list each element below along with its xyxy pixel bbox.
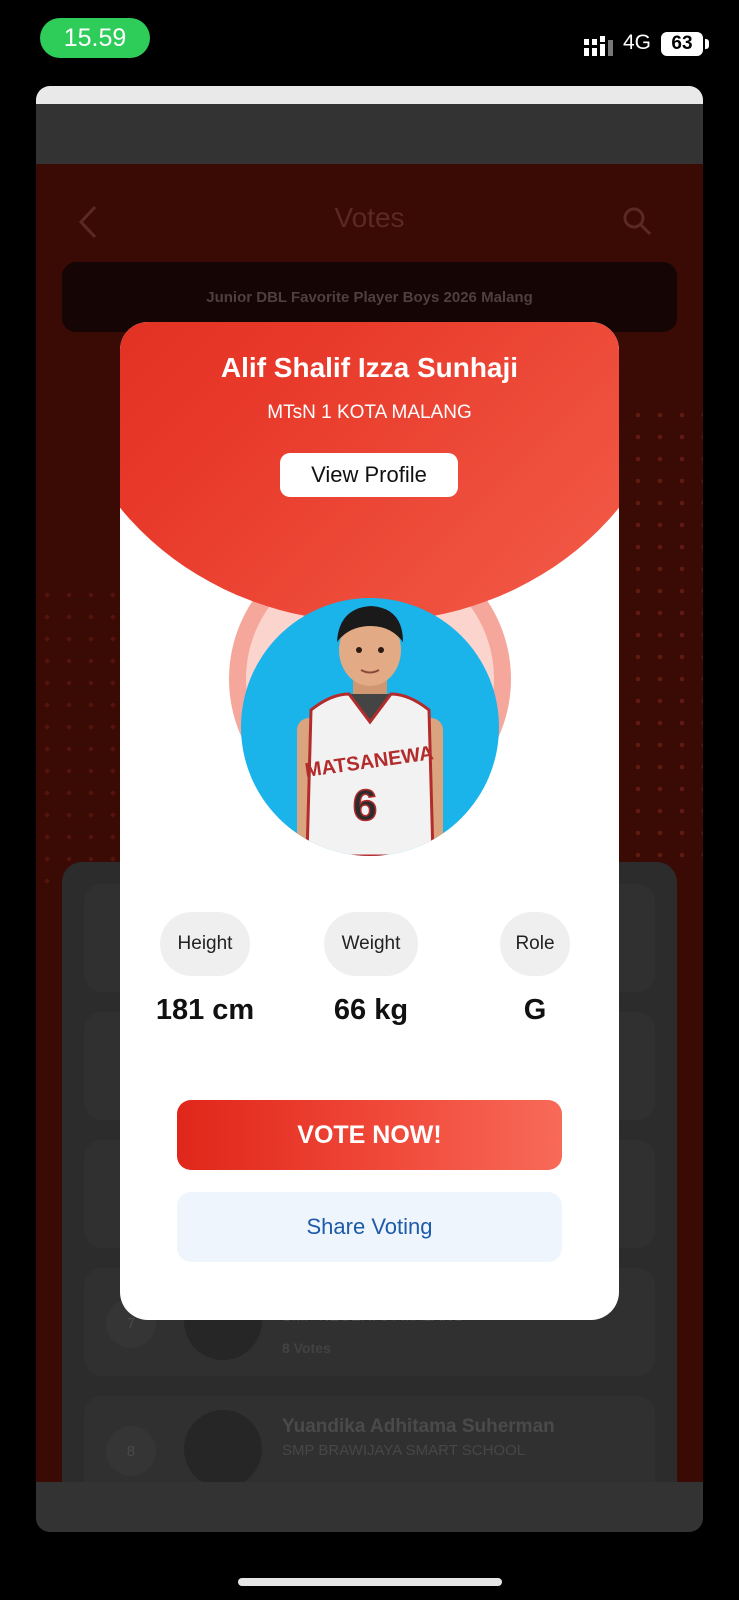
- battery-icon: 63: [661, 32, 703, 56]
- player-photo: MATSANEWA 6: [241, 598, 499, 856]
- player-illustration: MATSANEWA 6: [297, 606, 443, 856]
- network-type: 4G: [623, 31, 652, 54]
- status-bar: 15.59 4G 63: [0, 0, 739, 80]
- height-label: Height: [160, 912, 250, 976]
- jersey-number: 6: [353, 781, 377, 830]
- rank-badge: 8: [106, 1426, 156, 1476]
- decor-dots-left: [36, 584, 126, 884]
- weight-value: 66 kg: [333, 994, 409, 1026]
- battery-tip: [705, 39, 709, 49]
- role-label: Role: [500, 912, 570, 976]
- list-item-name: Yuandika Adhitama Suherman: [282, 1416, 555, 1437]
- list-item-school: SMP BRAWIJAYA SMART SCHOOL: [282, 1442, 526, 1459]
- home-indicator[interactable]: [238, 1578, 502, 1586]
- weight-label: Weight: [324, 912, 418, 976]
- share-voting-button[interactable]: Share Voting: [177, 1192, 562, 1262]
- player-card-modal: Alif Shalif Izza Sunhaji MTsN 1 KOTA MAL…: [120, 322, 619, 1320]
- frame-bottom-bar: [36, 1482, 703, 1532]
- search-icon[interactable]: [622, 206, 652, 236]
- player-school: MTsN 1 KOTA MALANG: [267, 402, 472, 423]
- player-name: Alif Shalif Izza Sunhaji: [220, 352, 519, 383]
- frame-header-strip: [36, 104, 703, 164]
- view-profile-button[interactable]: View Profile: [280, 453, 458, 497]
- vote-now-button[interactable]: VOTE NOW!: [177, 1100, 562, 1170]
- height-value: 181 cm: [155, 994, 255, 1026]
- page-title: Votes: [334, 202, 405, 233]
- frame-top-bar: [36, 86, 703, 104]
- list-item-votes: 8 Votes: [282, 1340, 331, 1356]
- clock: 15.59: [40, 18, 150, 58]
- avatar: [184, 1410, 262, 1488]
- role-value: G: [523, 994, 547, 1026]
- signal-icon: [584, 36, 613, 56]
